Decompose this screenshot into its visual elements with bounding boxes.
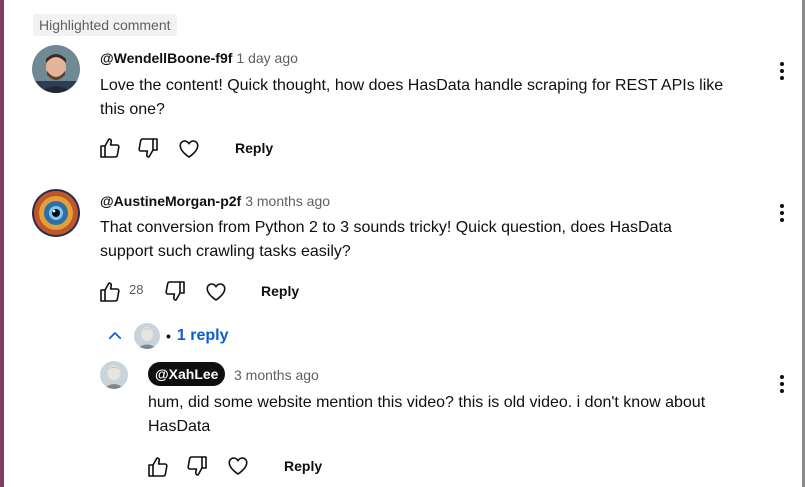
comment-text-line: this one? (100, 101, 165, 118)
comment-text-line: Love the content! Quick thought, how doe… (100, 77, 724, 94)
heart-icon (228, 457, 248, 475)
author-name-chip[interactable]: @XahLee (148, 362, 226, 386)
more-vert-icon (780, 204, 784, 208)
more-options-button[interactable] (779, 204, 785, 222)
thumbs-up-icon (100, 138, 120, 158)
comment-time[interactable]: 1 day ago (236, 50, 298, 66)
comment-time[interactable]: 3 months ago (234, 366, 319, 384)
reply-text: hum, did some website mention this video… (148, 391, 705, 439)
comment-text-line: support such crawling tasks easily? (100, 243, 351, 260)
comment-author[interactable]: @WendellBoone-f9f 1 day ago (100, 49, 298, 67)
heart-button[interactable] (177, 137, 201, 161)
comment-text-line: That conversion from Python 2 to 3 sound… (100, 219, 672, 236)
heart-button[interactable] (204, 280, 228, 304)
like-button[interactable] (146, 455, 170, 479)
comment-text: That conversion from Python 2 to 3 sound… (100, 216, 672, 264)
heart-button[interactable] (226, 454, 250, 478)
thumbs-down-icon (187, 456, 207, 476)
avatar[interactable] (32, 45, 80, 93)
window-left-edge (0, 0, 4, 487)
dislike-button[interactable] (185, 454, 209, 478)
more-vert-icon (780, 62, 784, 66)
highlighted-comment-label: Highlighted comment (33, 14, 177, 36)
avatar[interactable] (100, 361, 128, 389)
thumbs-up-icon (100, 282, 120, 302)
comment-time[interactable]: 3 months ago (245, 193, 330, 209)
more-vert-icon (780, 375, 784, 379)
more-options-button[interactable] (779, 62, 785, 80)
comment-text-line: hum, did some website mention this video… (148, 394, 706, 411)
thumbs-up-icon (148, 457, 168, 477)
dislike-button[interactable] (163, 279, 187, 303)
like-button[interactable] (98, 280, 122, 304)
replies-count[interactable]: 1 reply (177, 327, 229, 345)
like-button[interactable] (98, 136, 122, 160)
separator-dot: • (166, 328, 171, 344)
dislike-button[interactable] (136, 136, 160, 160)
heart-icon (206, 283, 226, 301)
avatar[interactable] (32, 189, 80, 237)
replies-toggle-button[interactable]: • 1 reply (106, 323, 229, 349)
chevron-up-icon (108, 332, 122, 340)
author-name[interactable]: @WendellBoone-f9f (100, 50, 232, 66)
like-count: 28 (129, 282, 144, 297)
more-options-button[interactable] (779, 375, 785, 393)
heart-icon (179, 140, 199, 158)
comment-author[interactable]: @AustineMorgan-p2f 3 months ago (100, 192, 330, 210)
reply-button[interactable]: Reply (284, 457, 322, 475)
replier-avatar (134, 323, 160, 349)
comment-text-line: HasData (148, 418, 211, 435)
reply-button[interactable]: Reply (235, 139, 273, 157)
thumbs-down-icon (165, 281, 185, 301)
thumbs-down-icon (138, 138, 158, 158)
reply-button[interactable]: Reply (261, 282, 299, 300)
author-name[interactable]: @AustineMorgan-p2f (100, 193, 241, 209)
comment-text: Love the content! Quick thought, how doe… (100, 74, 723, 122)
